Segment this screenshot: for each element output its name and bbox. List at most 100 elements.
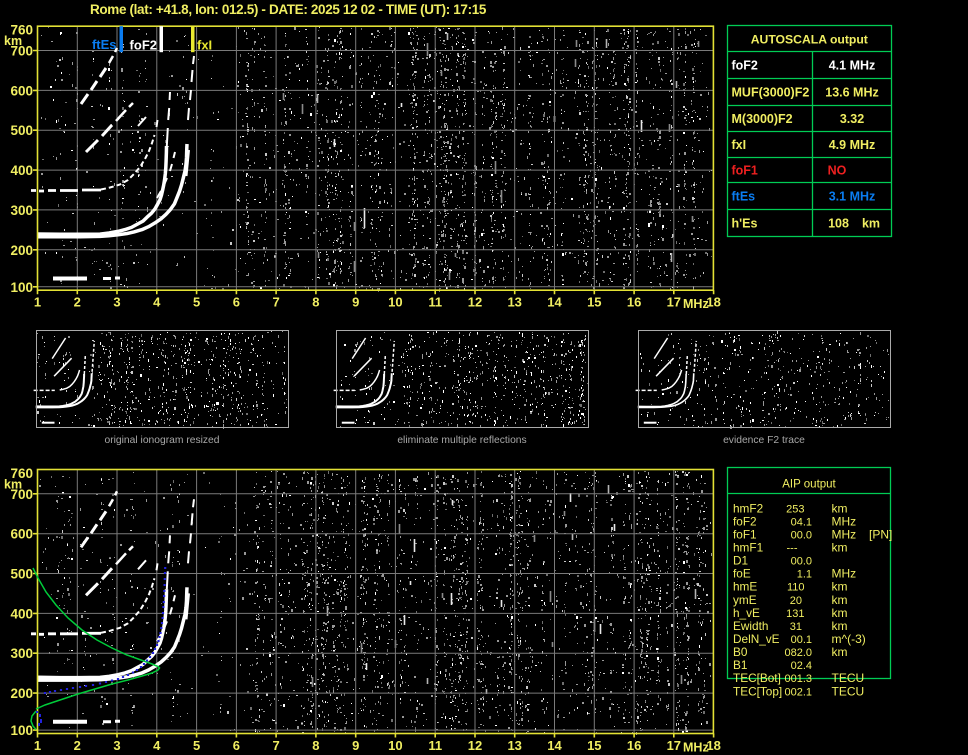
- svg-text:100: 100: [10, 723, 33, 738]
- svg-text:8: 8: [312, 295, 319, 310]
- svg-text:600: 600: [10, 83, 33, 98]
- svg-text:km: km: [832, 606, 848, 620]
- svg-text:5: 5: [193, 738, 200, 753]
- svg-text:hmF2: hmF2: [733, 501, 763, 515]
- svg-text:7: 7: [272, 738, 279, 753]
- svg-text:13: 13: [507, 295, 521, 310]
- svg-text:00.1: 00.1: [791, 634, 812, 646]
- svg-text:082.0: 082.0: [784, 647, 812, 659]
- svg-text:700: 700: [10, 44, 33, 59]
- svg-text:131: 131: [786, 608, 804, 620]
- svg-text:1: 1: [34, 738, 41, 753]
- svg-text:700: 700: [10, 487, 33, 502]
- svg-text:31: 31: [790, 621, 802, 633]
- svg-text:17: 17: [667, 738, 681, 753]
- svg-text:km: km: [832, 580, 848, 594]
- svg-text:00.0: 00.0: [791, 556, 812, 568]
- svg-text:6: 6: [233, 738, 240, 753]
- svg-text:002.1: 002.1: [784, 686, 812, 698]
- svg-text:17: 17: [667, 295, 681, 310]
- svg-text:MHz: MHz: [832, 567, 857, 581]
- svg-text:13: 13: [507, 738, 521, 753]
- svg-text:km: km: [832, 619, 848, 633]
- svg-text:MHz: MHz: [683, 741, 709, 755]
- svg-text:4.9 MHz: 4.9 MHz: [829, 138, 876, 152]
- svg-text:M(3000)F2: M(3000)F2: [732, 112, 793, 126]
- svg-text:2: 2: [74, 738, 81, 753]
- svg-text:300: 300: [10, 203, 33, 218]
- svg-text:m^(-3): m^(-3): [832, 632, 866, 646]
- svg-text:10: 10: [388, 738, 402, 753]
- svg-text:001.3: 001.3: [784, 673, 812, 685]
- svg-text:9: 9: [352, 295, 359, 310]
- svg-text:TECU: TECU: [832, 671, 865, 685]
- svg-text:3: 3: [113, 295, 120, 310]
- svg-text:14: 14: [547, 738, 562, 753]
- svg-text:MHz: MHz: [832, 514, 857, 528]
- svg-text:4.1 MHz: 4.1 MHz: [829, 59, 876, 73]
- svg-text:1.1: 1.1: [797, 569, 812, 581]
- svg-text:11: 11: [428, 738, 442, 753]
- svg-text:4: 4: [153, 738, 161, 753]
- svg-text:original ionogram resized: original ionogram resized: [104, 435, 219, 446]
- svg-text:600: 600: [10, 527, 33, 542]
- svg-text:400: 400: [10, 163, 33, 178]
- svg-text:110: 110: [787, 582, 805, 594]
- svg-text:D1: D1: [733, 554, 748, 568]
- svg-text:[PN]: [PN]: [869, 527, 892, 541]
- svg-text:MHz: MHz: [683, 297, 709, 311]
- svg-text:9: 9: [352, 738, 359, 753]
- svg-text:7: 7: [272, 295, 279, 310]
- svg-text:TEC[Bot]: TEC[Bot]: [733, 671, 781, 685]
- svg-text:04.1: 04.1: [791, 516, 812, 528]
- svg-text:fxI: fxI: [732, 138, 747, 152]
- svg-text:TECU: TECU: [832, 684, 865, 698]
- svg-text:evidence F2 trace: evidence F2 trace: [723, 435, 805, 446]
- svg-text:AIP output: AIP output: [782, 479, 836, 491]
- svg-text:108: 108: [828, 217, 849, 231]
- svg-text:foF2: foF2: [733, 514, 757, 528]
- svg-text:NO: NO: [828, 164, 847, 178]
- svg-text:---: ---: [787, 543, 798, 555]
- svg-text:6: 6: [233, 295, 240, 310]
- svg-text:MUF(3000)F2: MUF(3000)F2: [732, 86, 810, 100]
- svg-text:AUTOSCALA output: AUTOSCALA output: [751, 33, 868, 47]
- svg-text:MHz: MHz: [832, 527, 857, 541]
- svg-text:15: 15: [587, 738, 601, 753]
- svg-text:3: 3: [113, 738, 120, 753]
- svg-text:12: 12: [468, 295, 482, 310]
- svg-text:200: 200: [10, 686, 33, 701]
- svg-text:Ewidth: Ewidth: [733, 619, 768, 633]
- svg-text:B1: B1: [733, 658, 747, 672]
- svg-text:3.1 MHz: 3.1 MHz: [829, 190, 876, 204]
- svg-text:12: 12: [468, 738, 482, 753]
- svg-text:km: km: [832, 501, 848, 515]
- svg-text:4: 4: [153, 295, 161, 310]
- svg-text:km: km: [832, 541, 848, 555]
- svg-text:253: 253: [786, 503, 804, 515]
- svg-text:200: 200: [10, 243, 33, 258]
- svg-text:km: km: [832, 645, 848, 659]
- svg-text:11: 11: [428, 295, 442, 310]
- svg-text:ftEs: ftEs: [92, 37, 117, 52]
- svg-text:TEC[Top]: TEC[Top]: [733, 684, 782, 698]
- svg-text:fxI: fxI: [197, 38, 212, 53]
- svg-text:foE: foE: [733, 567, 751, 581]
- svg-text:km: km: [832, 593, 848, 607]
- svg-text:ftEs: ftEs: [732, 190, 756, 204]
- svg-text:15: 15: [587, 295, 601, 310]
- svg-text:500: 500: [10, 567, 33, 582]
- svg-text:B0: B0: [733, 645, 748, 659]
- svg-text:5: 5: [193, 295, 200, 310]
- svg-text:hmF1: hmF1: [733, 541, 763, 555]
- svg-text:300: 300: [10, 646, 33, 661]
- svg-text:ymE: ymE: [733, 593, 757, 607]
- svg-text:eliminate multiple reflections: eliminate multiple reflections: [397, 435, 526, 446]
- svg-text:500: 500: [10, 123, 33, 138]
- svg-text:foF1: foF1: [733, 527, 757, 541]
- svg-text:km: km: [862, 217, 880, 231]
- svg-text:hmE: hmE: [733, 580, 757, 594]
- svg-text:Rome (lat: +41.8, lon: 012.5): Rome (lat: +41.8, lon: 012.5) - DATE: 20…: [90, 2, 487, 17]
- svg-text:3.32: 3.32: [840, 112, 864, 126]
- svg-text:400: 400: [10, 606, 33, 621]
